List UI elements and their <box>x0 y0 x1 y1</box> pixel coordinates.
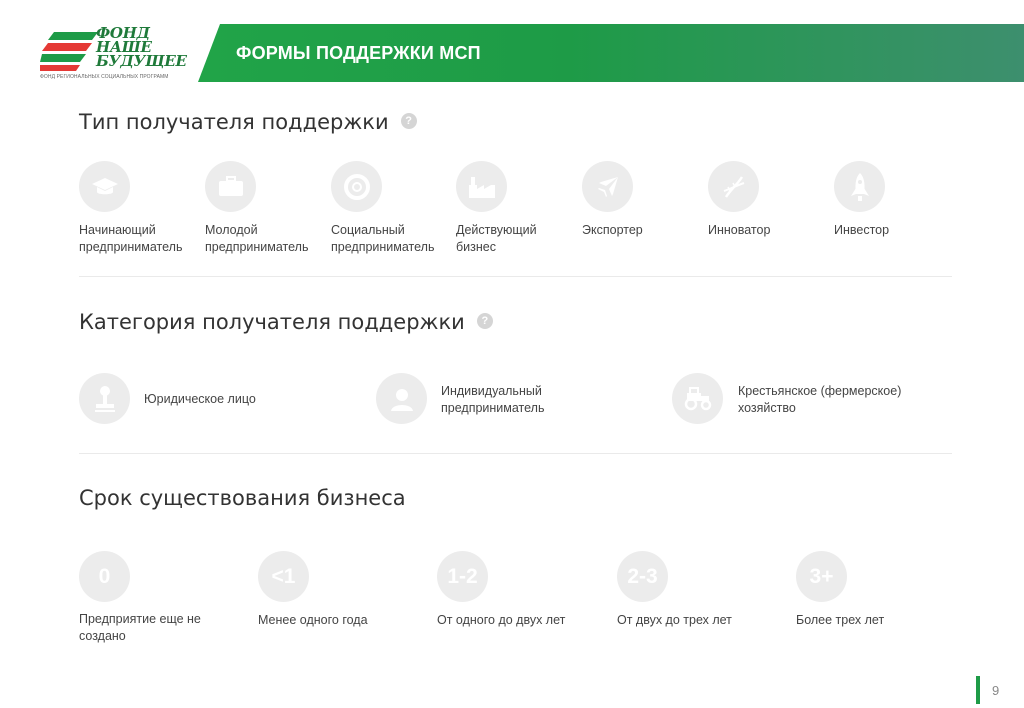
business-age-label: От двух до трех лет <box>617 613 732 627</box>
stamp-icon <box>79 373 130 424</box>
business-age-badge: 1-2 <box>437 551 488 602</box>
section-recipient-category-title: Категория получателя поддержки? <box>79 310 493 334</box>
business-age-label: Менее одного года <box>258 613 368 627</box>
business-age-badge: 2-3 <box>617 551 668 602</box>
business-age-label: Предприятие еще не создано <box>79 612 201 643</box>
logo-subtitle: ФОНД РЕГИОНАЛЬНЫХ СОЦИАЛЬНЫХ ПРОГРАММ <box>40 74 169 80</box>
page-title: ФОРМЫ ПОДДЕРЖКИ МСП <box>236 43 481 63</box>
badge-text: <1 <box>271 564 296 588</box>
lifebuoy-icon <box>331 161 382 212</box>
business-age-item-under-one-year[interactable]: <1 <box>258 551 309 602</box>
category-item-legal-entity[interactable] <box>79 373 130 424</box>
factory-icon <box>456 161 507 212</box>
recipient-type-label: Инвестор <box>834 223 890 237</box>
tractor-icon <box>672 373 723 424</box>
recipient-type-item-beginner[interactable] <box>79 161 130 212</box>
recipient-type-item-innovator[interactable] <box>708 161 759 212</box>
badge-text: 3+ <box>809 564 834 588</box>
recipient-type-label: Инноватор <box>708 223 771 237</box>
business-age-badge: <1 <box>258 551 309 602</box>
recipient-type-item-young[interactable] <box>205 161 256 212</box>
business-age-item-one-to-two-years[interactable]: 1-2 <box>437 551 488 602</box>
section-divider <box>79 453 952 454</box>
logo-wordmark: ФОНД НАШЕ БУДУЩЕЕ <box>96 26 206 70</box>
dna-icon <box>708 161 759 212</box>
business-age-item-two-to-three-years[interactable]: 2-3 <box>617 551 668 602</box>
recipient-type-item-investor[interactable] <box>834 161 885 212</box>
badge-text: 1-2 <box>447 564 478 588</box>
badge-text: 0 <box>98 564 111 588</box>
category-label: Юридическое лицо <box>144 392 256 406</box>
recipient-type-label: Социальный предприниматель <box>331 223 435 254</box>
section-business-age-title: Срок существования бизнеса <box>79 486 406 510</box>
page-number: 9 <box>992 683 1000 698</box>
badge-text: 2-3 <box>627 564 658 588</box>
category-label: Индивидуальный предприниматель <box>441 384 545 415</box>
person-icon <box>376 373 427 424</box>
recipient-type-item-exporter[interactable] <box>582 161 633 212</box>
page-number-marker <box>976 676 980 704</box>
recipient-type-label: Молодой предприниматель <box>205 223 309 254</box>
help-icon[interactable]: ? <box>400 113 417 129</box>
section-recipient-category-heading: Категория получателя поддержки <box>79 310 465 334</box>
airplane-icon <box>582 161 633 212</box>
business-age-item-not-created[interactable]: 0 <box>79 551 130 602</box>
briefcase-icon <box>205 161 256 212</box>
logo-stripes-icon <box>40 32 98 71</box>
business-age-badge: 0 <box>79 551 130 602</box>
recipient-type-item-business[interactable] <box>456 161 507 212</box>
help-icon[interactable]: ? <box>476 313 493 329</box>
business-age-badge: 3+ <box>796 551 847 602</box>
business-age-label: От одного до двух лет <box>437 613 566 627</box>
recipient-type-label: Начинающий предприниматель <box>79 223 183 254</box>
rocket-icon <box>834 161 885 212</box>
recipient-type-item-social[interactable] <box>331 161 382 212</box>
section-divider <box>79 276 952 277</box>
recipient-type-label: Действующий бизнес <box>456 223 537 254</box>
graduation-cap-icon <box>79 161 130 212</box>
header-banner: ФОРМЫ ПОДДЕРЖКИ МСП <box>198 24 1024 82</box>
section-recipient-type-heading: Тип получателя поддержки <box>79 110 389 134</box>
logo-line-3: БУДУЩЕЕ <box>96 52 187 70</box>
category-label: Крестьянское (фермерское) хозяйство <box>738 384 902 415</box>
fund-logo: ФОНД НАШЕ БУДУЩЕЕ ФОНД РЕГИОНАЛЬНЫХ СОЦИ… <box>40 26 200 86</box>
category-item-farm[interactable] <box>672 373 723 424</box>
recipient-type-label: Экспортер <box>582 223 643 237</box>
category-item-individual-entrepreneur[interactable] <box>376 373 427 424</box>
business-age-item-over-three-years[interactable]: 3+ <box>796 551 847 602</box>
business-age-label: Более трех лет <box>796 613 885 627</box>
section-recipient-type-title: Тип получателя поддержки? <box>79 110 417 134</box>
